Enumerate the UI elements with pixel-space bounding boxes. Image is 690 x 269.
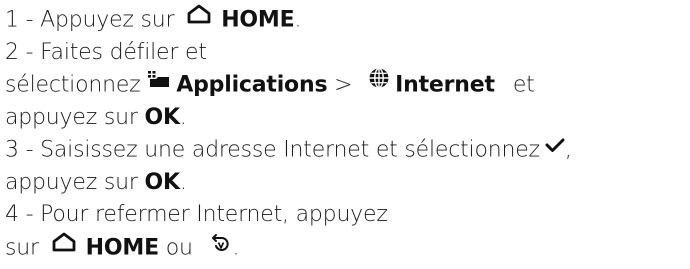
step-2-press-text: appuyez sur: [5, 104, 145, 130]
step-2-line-3: appuyez sur OK.: [5, 102, 687, 135]
home-key-label: HOME: [85, 234, 159, 260]
step-1-suffix: .: [294, 7, 302, 33]
home-icon: [51, 230, 77, 263]
home-icon: [186, 2, 212, 35]
step-4-line-2: sur HOME ou .: [5, 232, 687, 265]
step-1-line: 1 - Appuyez sur HOME.: [5, 4, 687, 37]
step-2-suffix: .: [179, 104, 187, 130]
checkmark-icon: [545, 132, 565, 165]
breadcrumb-separator: >: [327, 72, 360, 98]
step-3-line-1: 3 - Saisissez une adresse Internet et sé…: [5, 134, 687, 167]
instructions-document: 1 - Appuyez sur HOME. 2 - Faites défiler…: [5, 4, 687, 264]
step-4-text: 4 - Pour refermer Internet, appuyez: [5, 202, 388, 227]
step-4-line-1: 4 - Pour refermer Internet, appuyez: [5, 199, 687, 232]
step-2-select-text: sélectionnez: [5, 72, 148, 98]
applications-label: Applications: [176, 72, 328, 98]
internet-label: Internet: [395, 72, 495, 98]
ok-key-label: OK: [144, 169, 181, 195]
step-1-text: 1 - Appuyez sur: [5, 7, 182, 33]
step-2-line-1: 2 - Faites défiler et: [5, 37, 687, 70]
step-3-press-text: appuyez sur: [5, 169, 145, 195]
ok-key-label: OK: [144, 104, 181, 130]
step-2-et: et: [512, 72, 535, 98]
globe-icon: [368, 67, 390, 100]
step-3-line-2: appuyez sur OK.: [5, 167, 687, 200]
back-icon: [209, 230, 233, 263]
step-4-suffix: .: [232, 234, 240, 260]
step-4-sur-text: sur: [5, 234, 46, 260]
step-3-text: 3 - Saisissez une adresse Internet et sé…: [5, 137, 540, 163]
step-3-comma: ,: [564, 137, 572, 163]
home-key-label: HOME: [221, 7, 295, 33]
step-4-or-text: ou: [158, 234, 200, 260]
step-2-text: 2 - Faites défiler et: [5, 39, 207, 65]
step-3-suffix: .: [179, 169, 187, 195]
step-2-line-2: sélectionnez Applications > Internet et: [5, 67, 687, 102]
applications-icon: [147, 67, 171, 100]
